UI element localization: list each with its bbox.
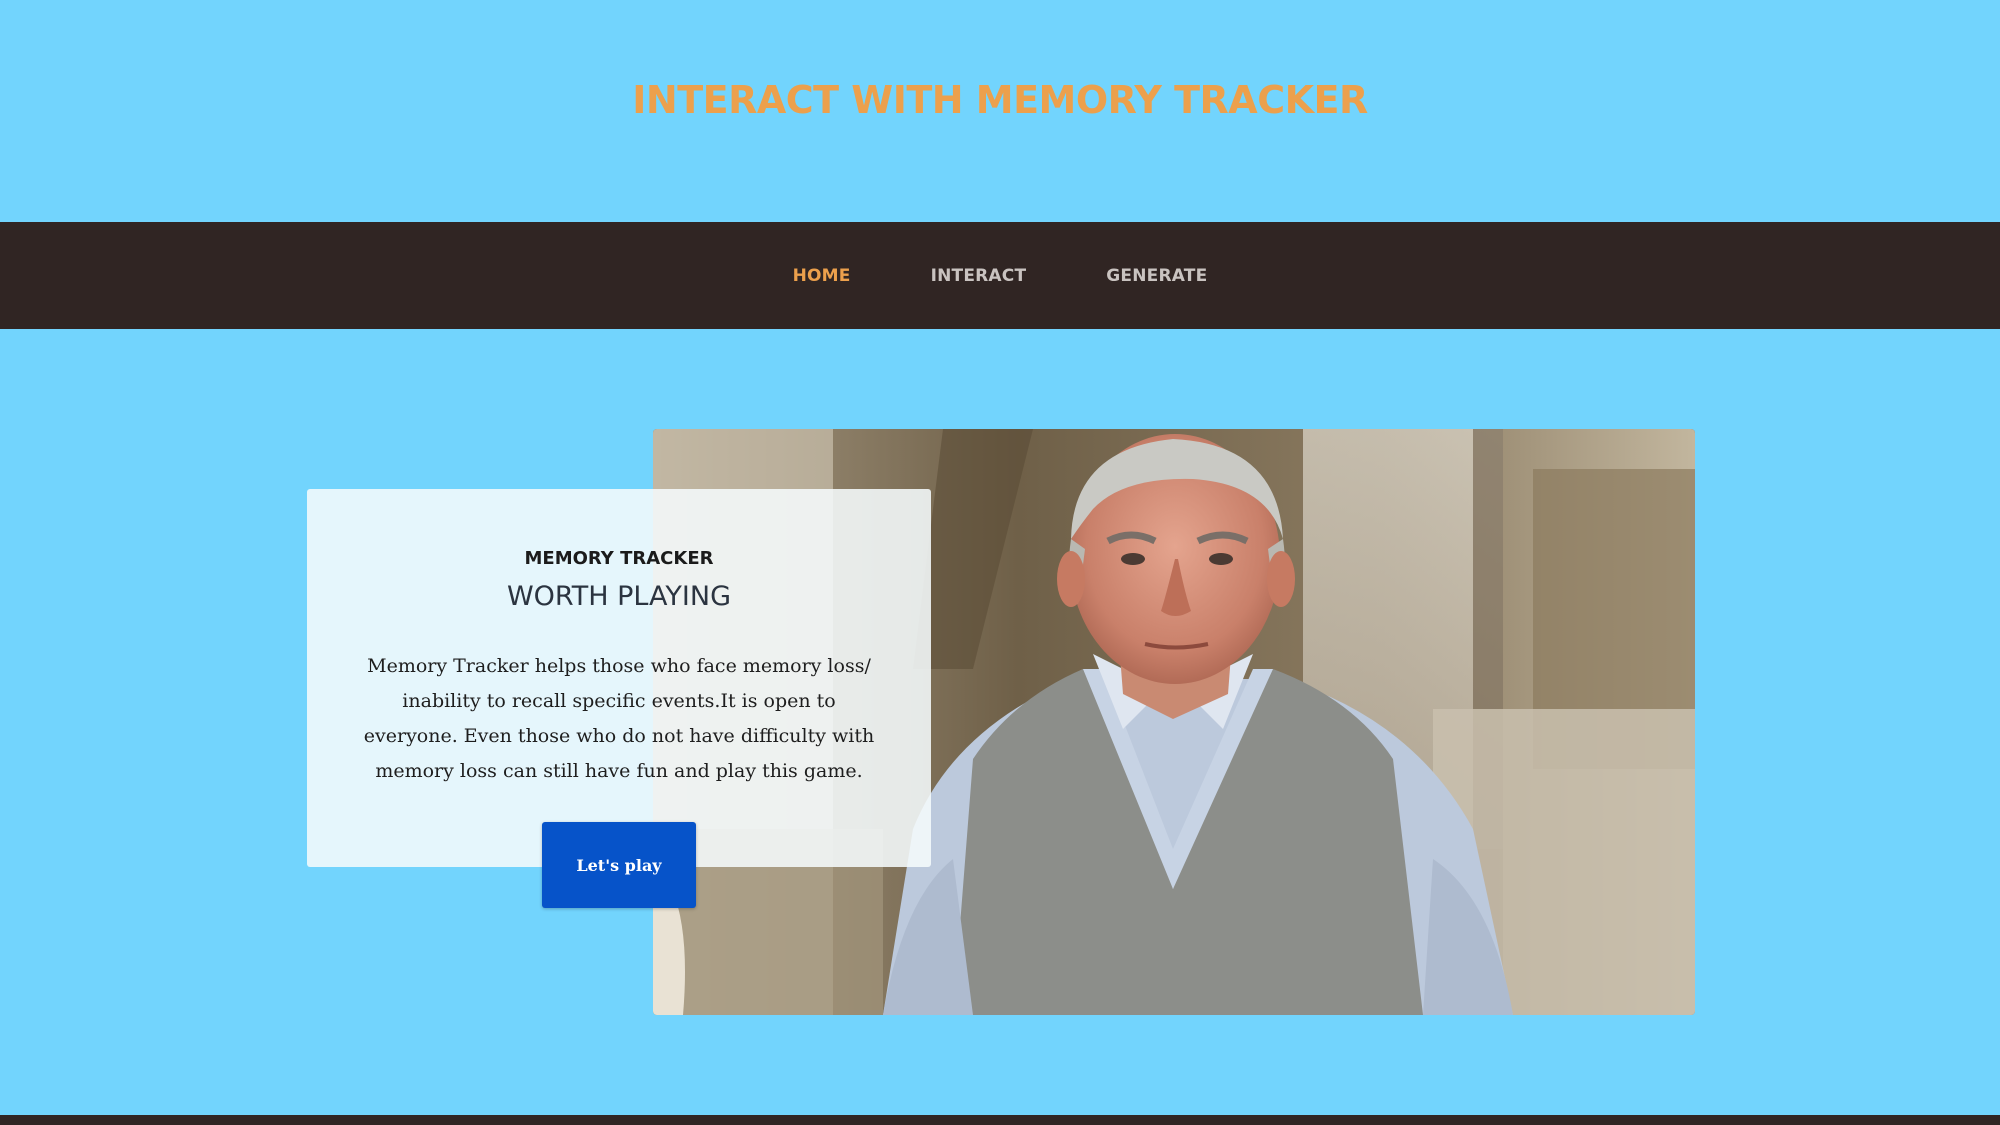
card-eyebrow: MEMORY TRACKER [524, 548, 714, 569]
page: INTERACT WITH MEMORY TRACKER HOME INTERA… [0, 0, 2000, 1125]
footer-strip [0, 1115, 2000, 1125]
nav-item-interact[interactable]: INTERACT [931, 266, 1027, 286]
site-header: INTERACT WITH MEMORY TRACKER [0, 0, 2000, 222]
main-navbar: HOME INTERACT GENERATE [0, 222, 2000, 329]
lets-play-button[interactable]: Let's play [542, 822, 696, 908]
nav-item-generate[interactable]: GENERATE [1106, 266, 1207, 286]
card-heading: WORTH PLAYING [506, 581, 731, 612]
site-title: INTERACT WITH MEMORY TRACKER [632, 78, 1368, 122]
nav-item-home[interactable]: HOME [793, 266, 851, 286]
hero-card: MEMORY TRACKER WORTH PLAYING Memory Trac… [307, 489, 931, 867]
card-description: Memory Tracker helps those who face memo… [363, 655, 875, 782]
